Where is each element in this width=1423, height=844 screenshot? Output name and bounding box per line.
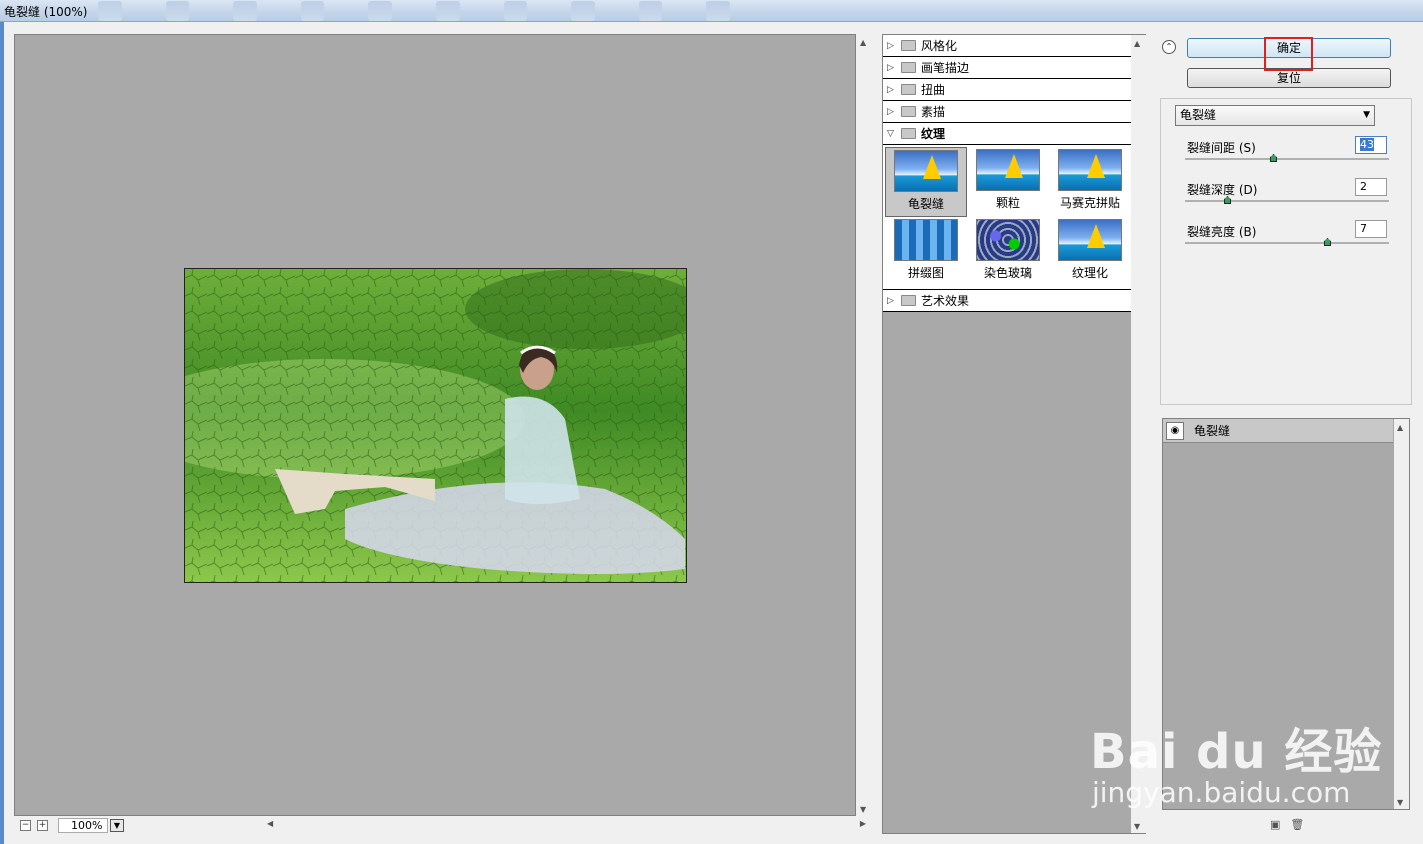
thumbnail-image: [894, 150, 958, 192]
new-effect-layer-icon[interactable]: ▣: [1270, 818, 1280, 831]
filter-thumb-craquelure[interactable]: 龟裂缝: [885, 147, 967, 217]
collapse-gallery-icon[interactable]: ⌃: [1162, 40, 1176, 54]
scroll-left-icon[interactable]: ◀: [267, 819, 273, 828]
filter-label: 颗粒: [995, 196, 1020, 210]
scroll-up-icon[interactable]: ▲: [1134, 39, 1140, 48]
preview-toolbar: − + 100% ▼ ◀ ▶: [14, 816, 872, 834]
folder-icon: [901, 40, 916, 51]
delete-effect-layer-icon[interactable]: 🗑: [1290, 818, 1304, 831]
zoom-in-button[interactable]: +: [37, 819, 48, 831]
filter-settings-panel: 龟裂缝 ▼ 裂缝间距 (S) 43 裂缝深度 (D) 2 裂缝亮度 (B) 7: [1160, 98, 1412, 405]
expand-triangle-icon[interactable]: ▷: [887, 41, 897, 51]
category-label: 画笔描边: [921, 61, 970, 75]
filter-thumb-stained-glass[interactable]: 染色玻璃: [967, 217, 1049, 289]
taskbar-thumbnails: [90, 1, 730, 21]
filter-select[interactable]: 龟裂缝 ▼: [1175, 105, 1375, 126]
category-list: ▷ 风格化 ▷ 画笔描边 ▷ 扭曲 ▷ 素描 ▽ 纹理 龟裂缝 颗粒 马赛克拼贴 拼缀图 …: [883, 35, 1131, 312]
scroll-down-icon[interactable]: ▼: [860, 805, 866, 814]
filter-thumb-grain[interactable]: 颗粒: [967, 147, 1049, 217]
category-sketch[interactable]: ▷ 素描: [883, 101, 1131, 123]
category-stylize[interactable]: ▷ 风格化: [883, 35, 1131, 57]
zoom-field[interactable]: 100%: [58, 817, 108, 833]
scroll-down-icon[interactable]: ▼: [1134, 822, 1140, 831]
scroll-up-icon[interactable]: ▲: [1397, 423, 1403, 432]
slider-track[interactable]: [1185, 200, 1389, 202]
filter-label: 马赛克拼贴: [1059, 196, 1120, 210]
filter-label: 拼缀图: [907, 266, 944, 280]
layers-scrollbar[interactable]: ▲ ▼: [1394, 419, 1409, 809]
highlight-box: [1264, 37, 1313, 71]
filter-label: 染色玻璃: [983, 266, 1032, 280]
filter-thumb-texturizer[interactable]: 纹理化: [1049, 217, 1131, 289]
thumbnail-image: [976, 149, 1040, 191]
param-label: 裂缝深度 (D): [1187, 183, 1258, 197]
zoom-dropdown-icon[interactable]: ▼: [110, 818, 124, 832]
param-value: 7: [1360, 222, 1367, 235]
expand-triangle-icon[interactable]: ▷: [887, 107, 897, 117]
filter-label: 纹理化: [1071, 266, 1108, 280]
effect-layers-panel: ◉ 龟裂缝 ▲ ▼: [1162, 418, 1410, 810]
folder-icon: [901, 295, 916, 306]
category-artistic[interactable]: ▷ 艺术效果: [883, 290, 1131, 312]
title-bar: 龟裂缝 (100%): [0, 0, 1423, 22]
category-label: 艺术效果: [921, 294, 970, 308]
slider-handle[interactable]: [1324, 238, 1331, 246]
folder-icon: [901, 106, 916, 117]
expand-triangle-icon[interactable]: ▷: [887, 85, 897, 95]
slider-track[interactable]: [1185, 158, 1389, 160]
category-label: 素描: [921, 105, 946, 119]
crack-spacing-input[interactable]: 43: [1355, 136, 1387, 154]
thumbnail-image: [1058, 149, 1122, 191]
filter-label: 龟裂缝: [907, 197, 944, 211]
category-scrollbar[interactable]: ▲ ▼: [1131, 35, 1146, 833]
scroll-down-icon[interactable]: ▼: [1397, 798, 1403, 807]
param-label: 裂缝间距 (S): [1187, 141, 1256, 155]
category-distort[interactable]: ▷ 扭曲: [883, 79, 1131, 101]
chevron-down-icon: ▼: [1363, 110, 1370, 120]
filter-thumb-patchwork[interactable]: 拼缀图: [885, 217, 967, 289]
scroll-up-icon[interactable]: ▲: [860, 38, 866, 47]
thumbnail-image: [976, 219, 1040, 261]
preview-photo: [184, 268, 687, 583]
reset-button[interactable]: 复位: [1187, 68, 1391, 88]
param-value: 43: [1360, 138, 1374, 151]
layer-buttons: ▣ 🗑: [1270, 818, 1304, 831]
preview-vertical-scrollbar[interactable]: ▲ ▼: [857, 34, 872, 816]
category-label: 风格化: [921, 39, 958, 53]
category-label: 纹理: [921, 127, 946, 141]
slider-track[interactable]: [1185, 242, 1389, 244]
texture-filter-thumbnails: 龟裂缝 颗粒 马赛克拼贴 拼缀图 染色玻璃 纹理化: [883, 145, 1131, 290]
filter-category-panel: ▷ 风格化 ▷ 画笔描边 ▷ 扭曲 ▷ 素描 ▽ 纹理 龟裂缝 颗粒 马赛克拼贴 拼缀图 …: [882, 34, 1146, 834]
thumbnail-image: [894, 219, 958, 261]
category-brush-strokes[interactable]: ▷ 画笔描边: [883, 57, 1131, 79]
filter-thumb-mosaic-tiles[interactable]: 马赛克拼贴: [1049, 147, 1131, 217]
category-label: 扭曲: [921, 83, 946, 97]
preview-horizontal-scrollbar[interactable]: ◀ ▶: [264, 819, 870, 831]
folder-icon: [901, 84, 916, 95]
expand-triangle-icon[interactable]: ▷: [887, 63, 897, 73]
crack-brightness-input[interactable]: 7: [1355, 220, 1387, 238]
eye-icon[interactable]: ◉: [1166, 421, 1184, 440]
expand-triangle-icon[interactable]: ▷: [887, 296, 897, 306]
effect-layer-name: 龟裂缝: [1194, 424, 1231, 438]
zoom-out-button[interactable]: −: [20, 819, 31, 831]
open-folder-icon: [901, 128, 916, 139]
photo-image: [185, 269, 686, 582]
crack-depth-input[interactable]: 2: [1355, 178, 1387, 196]
thumbnail-image: [1058, 219, 1122, 261]
slider-handle[interactable]: [1270, 154, 1277, 162]
folder-icon: [901, 62, 916, 73]
param-label: 裂缝亮度 (B): [1187, 225, 1257, 239]
category-texture[interactable]: ▽ 纹理: [883, 123, 1131, 145]
filter-select-value: 龟裂缝: [1180, 108, 1217, 122]
collapse-triangle-icon[interactable]: ▽: [887, 129, 897, 139]
scroll-right-icon[interactable]: ▶: [860, 819, 866, 828]
param-value: 2: [1360, 180, 1367, 193]
window-title: 龟裂缝 (100%): [4, 5, 88, 19]
effect-layer-row[interactable]: ◉ 龟裂缝: [1163, 419, 1393, 443]
